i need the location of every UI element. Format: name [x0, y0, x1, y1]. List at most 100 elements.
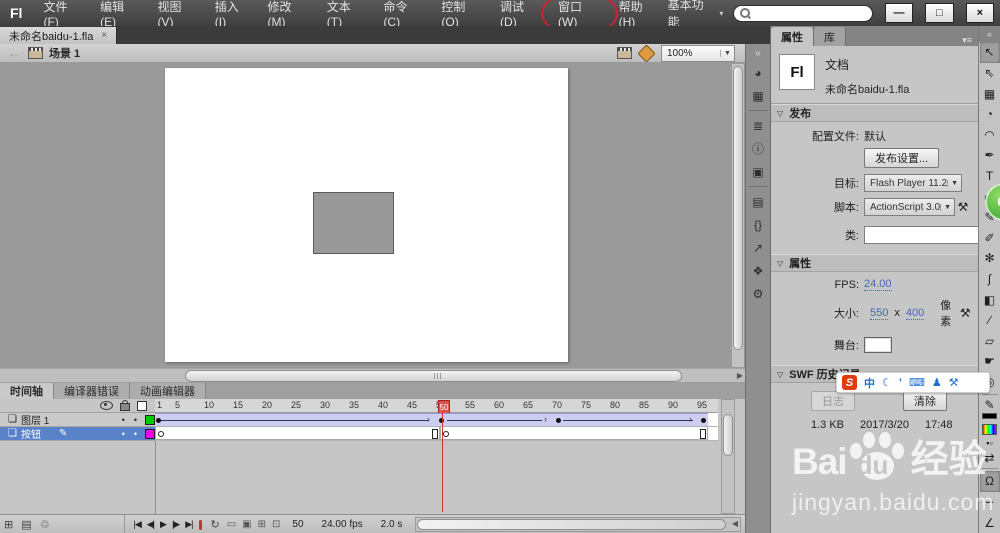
scrollbar-thumb[interactable]	[733, 66, 743, 350]
new-layer-icon[interactable]: ⊞	[0, 518, 17, 531]
timeline-ruler[interactable]: 1 5 10 15 20 25 30 35 40 45 50 55 60 65 …	[155, 399, 718, 414]
brush-tool-icon[interactable]: ✐	[980, 227, 1000, 248]
play-button[interactable]: ▶	[157, 519, 169, 530]
edit-symbols-icon[interactable]	[637, 43, 656, 63]
eraser-tool-icon[interactable]: ▱	[980, 331, 1000, 352]
size-settings-wrench-icon[interactable]: ⚒	[957, 306, 973, 320]
drawn-rectangle-shape[interactable]	[313, 192, 394, 254]
frame-rate[interactable]: 24.00 fps	[313, 519, 372, 530]
motion-tween-span[interactable]: › › ›	[155, 413, 708, 426]
edit-multiple-frames-icon[interactable]: ⊡	[269, 519, 283, 530]
timeline-horizontal-scrollbar[interactable]: ◀	[415, 517, 741, 532]
keyframe-frame-95[interactable]	[701, 418, 706, 423]
document-tab[interactable]: 未命名baidu-1.fla ×	[0, 27, 118, 44]
motion-presets-panel-icon[interactable]: ↗	[749, 238, 768, 257]
collapse-triangle-icon[interactable]: ▽	[777, 109, 783, 118]
timeline-vertical-scrollbar[interactable]	[721, 399, 735, 514]
ime-keyboard-icon[interactable]: ⌨	[909, 376, 925, 389]
scroll-right-arrow-icon[interactable]: ▶	[737, 371, 743, 380]
stage-height-value[interactable]: 400	[905, 307, 925, 320]
paint-bucket-tool-icon[interactable]: ◧	[980, 289, 1000, 310]
subselection-tool-icon[interactable]: ⇖	[980, 63, 1000, 84]
section-header-properties[interactable]: ▽ 属性	[771, 254, 978, 272]
stage-color-swatch[interactable]	[864, 337, 892, 353]
onion-outlines-icon[interactable]: ⊞	[255, 519, 269, 530]
frame-span-buttons-1[interactable]	[155, 427, 440, 440]
layer-name[interactable]: 图层 1	[21, 412, 49, 427]
info-panel-icon[interactable]: ⓘ	[749, 139, 768, 158]
window-close-button[interactable]: ×	[965, 3, 994, 23]
tab-properties[interactable]: 属性	[771, 27, 814, 46]
window-maximize-button[interactable]: □	[925, 3, 954, 23]
layer-outline-color-swatch[interactable]	[145, 428, 155, 439]
onion-skin-icon[interactable]: ▣	[239, 519, 254, 530]
smooth-icon[interactable]: ∽	[980, 492, 1000, 513]
snap-to-objects-magnet-icon[interactable]: Ω	[979, 471, 1000, 492]
collapse-tools-icon[interactable]: «	[979, 26, 1000, 42]
bone-tool-icon[interactable]: ∫	[980, 269, 1000, 290]
eyedropper-tool-icon[interactable]: ∕	[980, 310, 1000, 331]
hand-tool-icon[interactable]: ☛	[980, 351, 1000, 372]
search-box[interactable]	[733, 4, 873, 22]
deco-tool-icon[interactable]: ✻	[980, 248, 1000, 269]
project-panel-icon[interactable]: ▤	[749, 192, 768, 211]
step-back-button[interactable]: ◀|	[144, 519, 157, 530]
zoom-dropdown-icon[interactable]: ▼	[720, 49, 734, 57]
scrollbar-thumb[interactable]	[185, 370, 682, 382]
pasteboard[interactable]	[0, 62, 745, 368]
onion-marker-icon[interactable]	[199, 519, 203, 530]
swatches-panel-icon[interactable]: ▦	[749, 86, 768, 105]
ime-user-icon[interactable]: ♟	[932, 376, 942, 389]
ime-punctuation-icon[interactable]: ’	[899, 377, 902, 389]
go-to-first-frame-button[interactable]: |◀	[131, 519, 144, 530]
delete-layer-icon[interactable]: ♲	[36, 518, 54, 531]
collapse-triangle-icon[interactable]: ▽	[777, 259, 783, 268]
layer-toggles[interactable]: • •	[122, 429, 141, 439]
selection-tool-icon[interactable]: ↖	[979, 42, 1000, 63]
search-input[interactable]	[754, 6, 866, 20]
loop-icon[interactable]: ↻	[206, 518, 223, 531]
script-settings-wrench-icon[interactable]: ⚒	[955, 200, 971, 214]
center-frame-icon[interactable]: ▭	[224, 519, 239, 530]
back-arrow-icon[interactable]: ←	[0, 46, 28, 60]
tab-timeline[interactable]: 时间轴	[0, 383, 54, 399]
ime-fullwidth-moon-icon[interactable]: ☾	[882, 376, 892, 389]
section-header-publish[interactable]: ▽ 发布	[771, 104, 978, 122]
color-panel-icon[interactable]: ◕	[749, 63, 768, 82]
go-to-end-frame-button[interactable]: ▶|	[182, 519, 195, 530]
keyframe-frame-1[interactable]	[156, 418, 161, 423]
layer-name[interactable]: 按钮	[21, 426, 41, 441]
3d-rotation-tool-icon[interactable]: ◔	[980, 104, 1000, 125]
tab-close-icon[interactable]: ×	[101, 30, 107, 41]
transform-panel-icon[interactable]: ▣	[749, 162, 768, 181]
pen-tool-icon[interactable]: ✒	[980, 145, 1000, 166]
black-white-colors-icon[interactable]: ▪▫	[980, 435, 1000, 451]
empty-keyframe-frame-50[interactable]	[443, 431, 449, 437]
ime-chinese-mode-icon[interactable]: 中	[864, 375, 875, 391]
swap-colors-icon[interactable]: ⇄	[980, 451, 1000, 467]
layer-row-2-selected[interactable]: ❏ 按钮 ✎ • •	[0, 427, 155, 441]
fps-value[interactable]: 24.00	[864, 278, 892, 291]
target-combo[interactable]: Flash Player 11.2 ▼	[864, 174, 963, 192]
stage-width-value[interactable]: 550	[870, 307, 889, 320]
layer-row-1[interactable]: ❏ 图层 1 • •	[0, 413, 155, 427]
ime-toolbar[interactable]: S 中 ☾ ’ ⌨ ♟ ⚒	[836, 372, 990, 393]
straighten-icon[interactable]: ∠	[980, 512, 1000, 533]
window-minimize-button[interactable]: —	[884, 3, 914, 23]
clear-button[interactable]: 清除	[903, 391, 947, 411]
frame-span-buttons-2[interactable]	[440, 427, 708, 440]
timeline-frames-area[interactable]: 1 5 10 15 20 25 30 35 40 45 50 55 60 65 …	[155, 399, 745, 514]
step-forward-button[interactable]: |▶	[169, 519, 182, 530]
sogou-logo-icon[interactable]: S	[842, 375, 857, 390]
expand-panels-icon[interactable]: «	[755, 48, 761, 59]
layer-toggles[interactable]: • •	[122, 415, 141, 425]
layer-outline-color-swatch[interactable]	[145, 414, 155, 425]
new-folder-icon[interactable]: ▤	[17, 518, 35, 531]
stroke-color-pencil-icon[interactable]: ✎	[980, 397, 1000, 413]
scroll-arrow-icon[interactable]: ◀	[732, 519, 738, 528]
free-transform-tool-icon[interactable]: ▦	[980, 83, 1000, 104]
scrollbar-thumb[interactable]	[723, 414, 733, 456]
stroke-color-swatch[interactable]	[982, 413, 997, 419]
script-combo[interactable]: ActionScript 3.0 ▼	[864, 198, 956, 216]
tab-compiler-errors[interactable]: 编译器错误	[54, 383, 130, 399]
